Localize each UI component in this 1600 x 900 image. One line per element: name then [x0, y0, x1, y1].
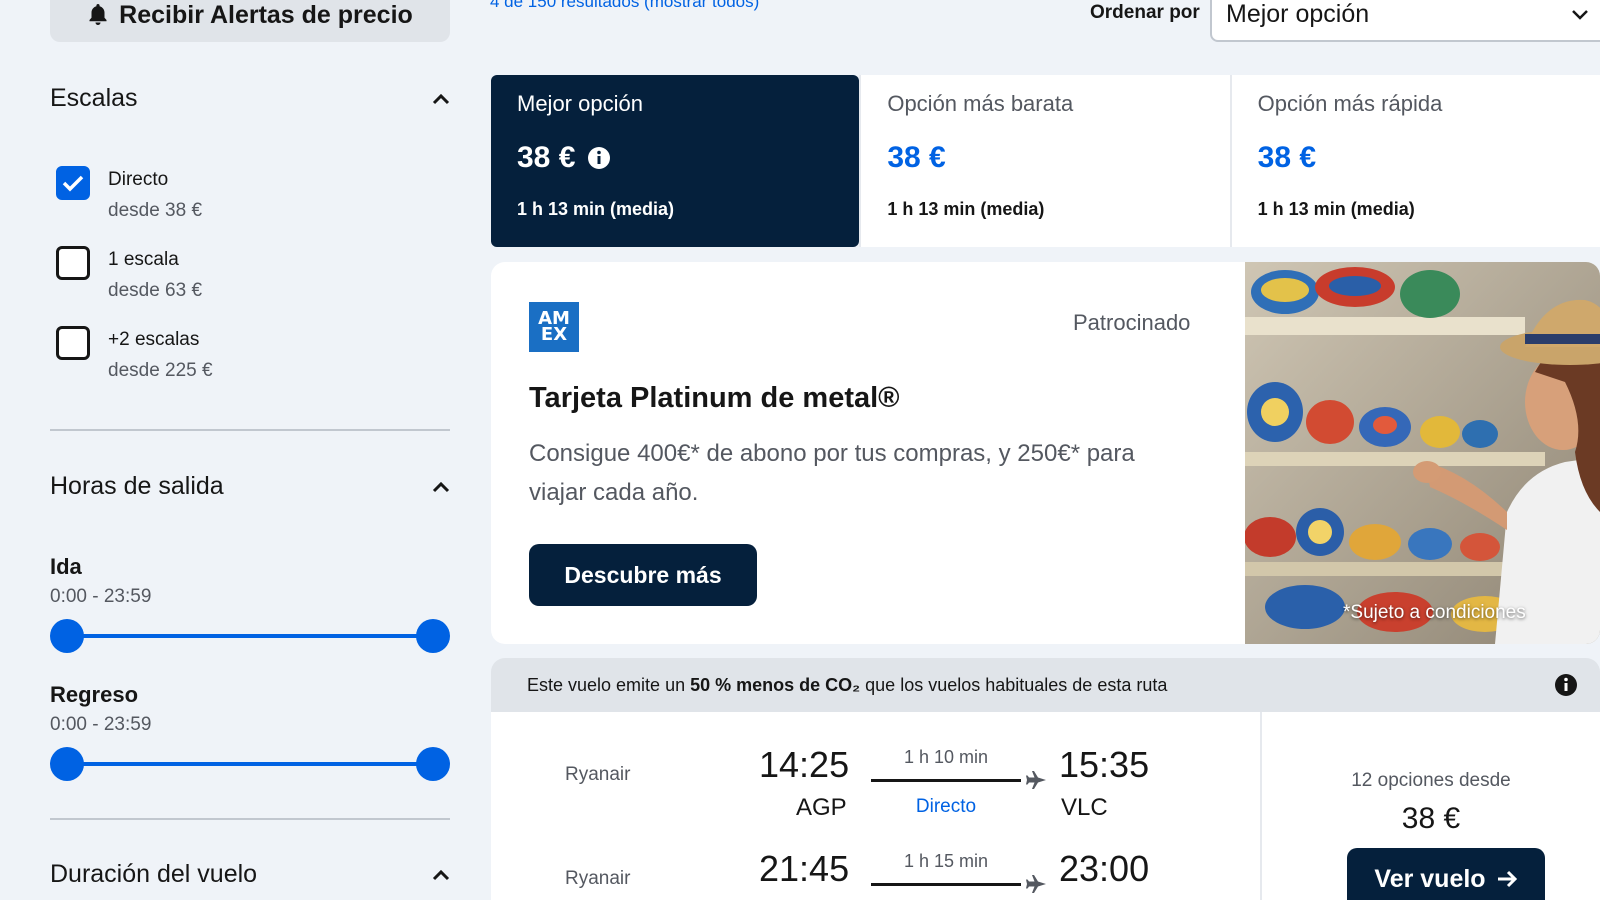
tab-price-row: 38 €: [887, 141, 1203, 175]
arrival-time: 23:00: [1059, 848, 1150, 889]
view-flight-button[interactable]: Ver vuelo: [1347, 848, 1545, 900]
discover-more-button[interactable]: Descubre más: [529, 544, 757, 606]
price-alert-label: Recibir Alertas de precio: [119, 0, 413, 29]
one-stop-checkbox[interactable]: [56, 246, 90, 280]
tab-label: Opción más rápida: [1257, 91, 1443, 116]
amex-logo-bottom: EX: [540, 324, 568, 345]
tab-fastest[interactable]: Opción más rápida 38 € 1 h 13 min (media…: [1229, 75, 1600, 247]
tab-duration: 1 h 13 min (media): [1257, 199, 1415, 219]
airline-name: Ryanair: [565, 868, 631, 889]
flight-price: 38 €: [1401, 802, 1461, 835]
tab-cheapest[interactable]: Opción más barata 38 € 1 h 13 min (media…: [859, 75, 1230, 247]
tab-price-row: 38 €: [517, 141, 833, 175]
chevron-down-icon: [1572, 10, 1588, 20]
divider: [50, 818, 450, 820]
tab-price: 38 €: [517, 141, 576, 174]
tab-price-row: 38 €: [1258, 141, 1574, 175]
departure-time: 21:45: [759, 848, 850, 889]
sort-tabs: Mejor opción 38 € 1 h 13 min (media) Opc…: [491, 75, 1600, 247]
eco-suffix: que los vuelos habituales de esta ruta: [865, 674, 1168, 695]
stops-option-direct[interactable]: Directo desde 38 €: [56, 166, 202, 226]
bell-icon: [89, 4, 107, 25]
flight-leg-outbound: Ryanair 14:25 AGP 1 h 10 min Directo 15:…: [491, 712, 1260, 821]
sponsored-label: Patrocinado: [1073, 310, 1191, 335]
eco-highlight: 50 % menos de CO₂: [690, 674, 861, 695]
slider-thumb-start[interactable]: [50, 619, 84, 653]
outbound-time-slider[interactable]: [50, 618, 450, 654]
duration-filter-header[interactable]: Duración del vuelo: [50, 860, 450, 889]
ad-photo-woman-shopping-ceramics: [1245, 262, 1600, 644]
flight-duration: 1 h 10 min: [903, 747, 989, 767]
direct-checkbox[interactable]: [56, 166, 90, 200]
tab-price: 38 €: [887, 141, 946, 174]
duration-filter-title: Duración del vuelo: [50, 860, 258, 888]
stops-option-one[interactable]: 1 escala desde 63 €: [56, 246, 202, 306]
divider: [50, 429, 450, 431]
flight-leg-return: Ryanair 21:45 1 h 15 min 23:00: [491, 816, 1260, 900]
return-range-text: 0:00 - 23:59: [50, 714, 152, 735]
departure-filter-title: Horas de salida: [50, 472, 224, 500]
stops-option-label: Directo: [108, 169, 169, 190]
return-label: Regreso: [50, 682, 139, 707]
ad-photo-caption: *Sujeto a condiciones: [1343, 602, 1526, 623]
stops-option-label: +2 escalas: [108, 329, 200, 350]
amex-logo: AM EX: [529, 302, 579, 352]
departure-filter-header[interactable]: Horas de salida: [50, 472, 450, 501]
outbound-label: Ida: [50, 554, 82, 579]
two-plus-stops-checkbox[interactable]: [56, 326, 90, 360]
ad-description: Consigue 400€* de abono por tus compras,…: [529, 440, 1135, 506]
chevron-up-icon: [432, 93, 450, 104]
price-alert-button[interactable]: Recibir Alertas de precio: [50, 0, 450, 42]
route-line: [871, 883, 1021, 886]
airline-name: Ryanair: [565, 764, 631, 785]
tab-label: Mejor opción: [517, 91, 643, 116]
arrival-time: 15:35: [1059, 744, 1150, 785]
flight-duration: 1 h 15 min: [903, 851, 989, 871]
view-flight-label: Ver vuelo: [1374, 864, 1486, 893]
tab-price: 38 €: [1257, 141, 1317, 174]
tab-duration: 1 h 13 min (media): [517, 199, 675, 219]
flight-result-card[interactable]: Ryanair 14:25 AGP 1 h 10 min Directo 15:…: [491, 712, 1600, 900]
tab-best[interactable]: Mejor opción 38 € 1 h 13 min (media): [491, 75, 860, 247]
check-icon: [62, 175, 84, 192]
stops-option-label: 1 escala: [108, 249, 179, 270]
plane-icon: [1026, 875, 1046, 893]
tab-duration: 1 h 13 min (media): [887, 199, 1045, 219]
options-count: 12 opciones desde: [1351, 770, 1511, 791]
stops-option-two-plus[interactable]: +2 escalas desde 225 €: [56, 326, 213, 386]
chevron-up-icon: [432, 869, 450, 880]
sort-label: Ordenar por: [1090, 2, 1200, 23]
outbound-range-text: 0:00 - 23:59: [50, 586, 152, 607]
slider-thumb-end[interactable]: [416, 747, 450, 781]
slider-track: [65, 762, 435, 766]
sort-select[interactable]: Mejor opción: [1210, 0, 1600, 42]
tab-label: Opción más barata: [887, 91, 1074, 116]
stops-option-price: desde 63 €: [108, 280, 203, 301]
chevron-up-icon: [432, 481, 450, 492]
slider-track: [65, 634, 435, 638]
stops-option-price: desde 38 €: [108, 200, 203, 221]
info-icon[interactable]: [1554, 673, 1578, 697]
info-icon[interactable]: [587, 146, 611, 170]
slider-thumb-start[interactable]: [50, 747, 84, 781]
ad-title: Tarjeta Platinum de metal®: [529, 382, 900, 414]
sponsored-ad[interactable]: AM EX Patrocinado Tarjeta Platinum de me…: [491, 262, 1600, 644]
stops-label: Directo: [915, 796, 977, 817]
eco-banner: Este vuelo emite un 50 % menos de CO₂ qu…: [491, 658, 1600, 712]
sort-selected-value: Mejor opción: [1226, 0, 1370, 28]
return-time-slider[interactable]: [50, 746, 450, 782]
eco-prefix: Este vuelo emite un: [527, 674, 686, 695]
show-all-results-link[interactable]: 4 de 150 resultados (mostrar todos): [490, 0, 759, 12]
price-column: 12 opciones desde 38 € Ver vuelo: [1262, 712, 1600, 900]
stops-filter-header[interactable]: Escalas: [50, 84, 450, 113]
slider-thumb-end[interactable]: [416, 619, 450, 653]
route-line: [871, 779, 1021, 782]
stops-filter-title: Escalas: [50, 84, 138, 112]
departure-time: 14:25: [759, 744, 850, 785]
arrow-right-icon: [1497, 870, 1517, 888]
plane-icon: [1026, 771, 1046, 789]
stops-option-price: desde 225 €: [108, 360, 213, 381]
